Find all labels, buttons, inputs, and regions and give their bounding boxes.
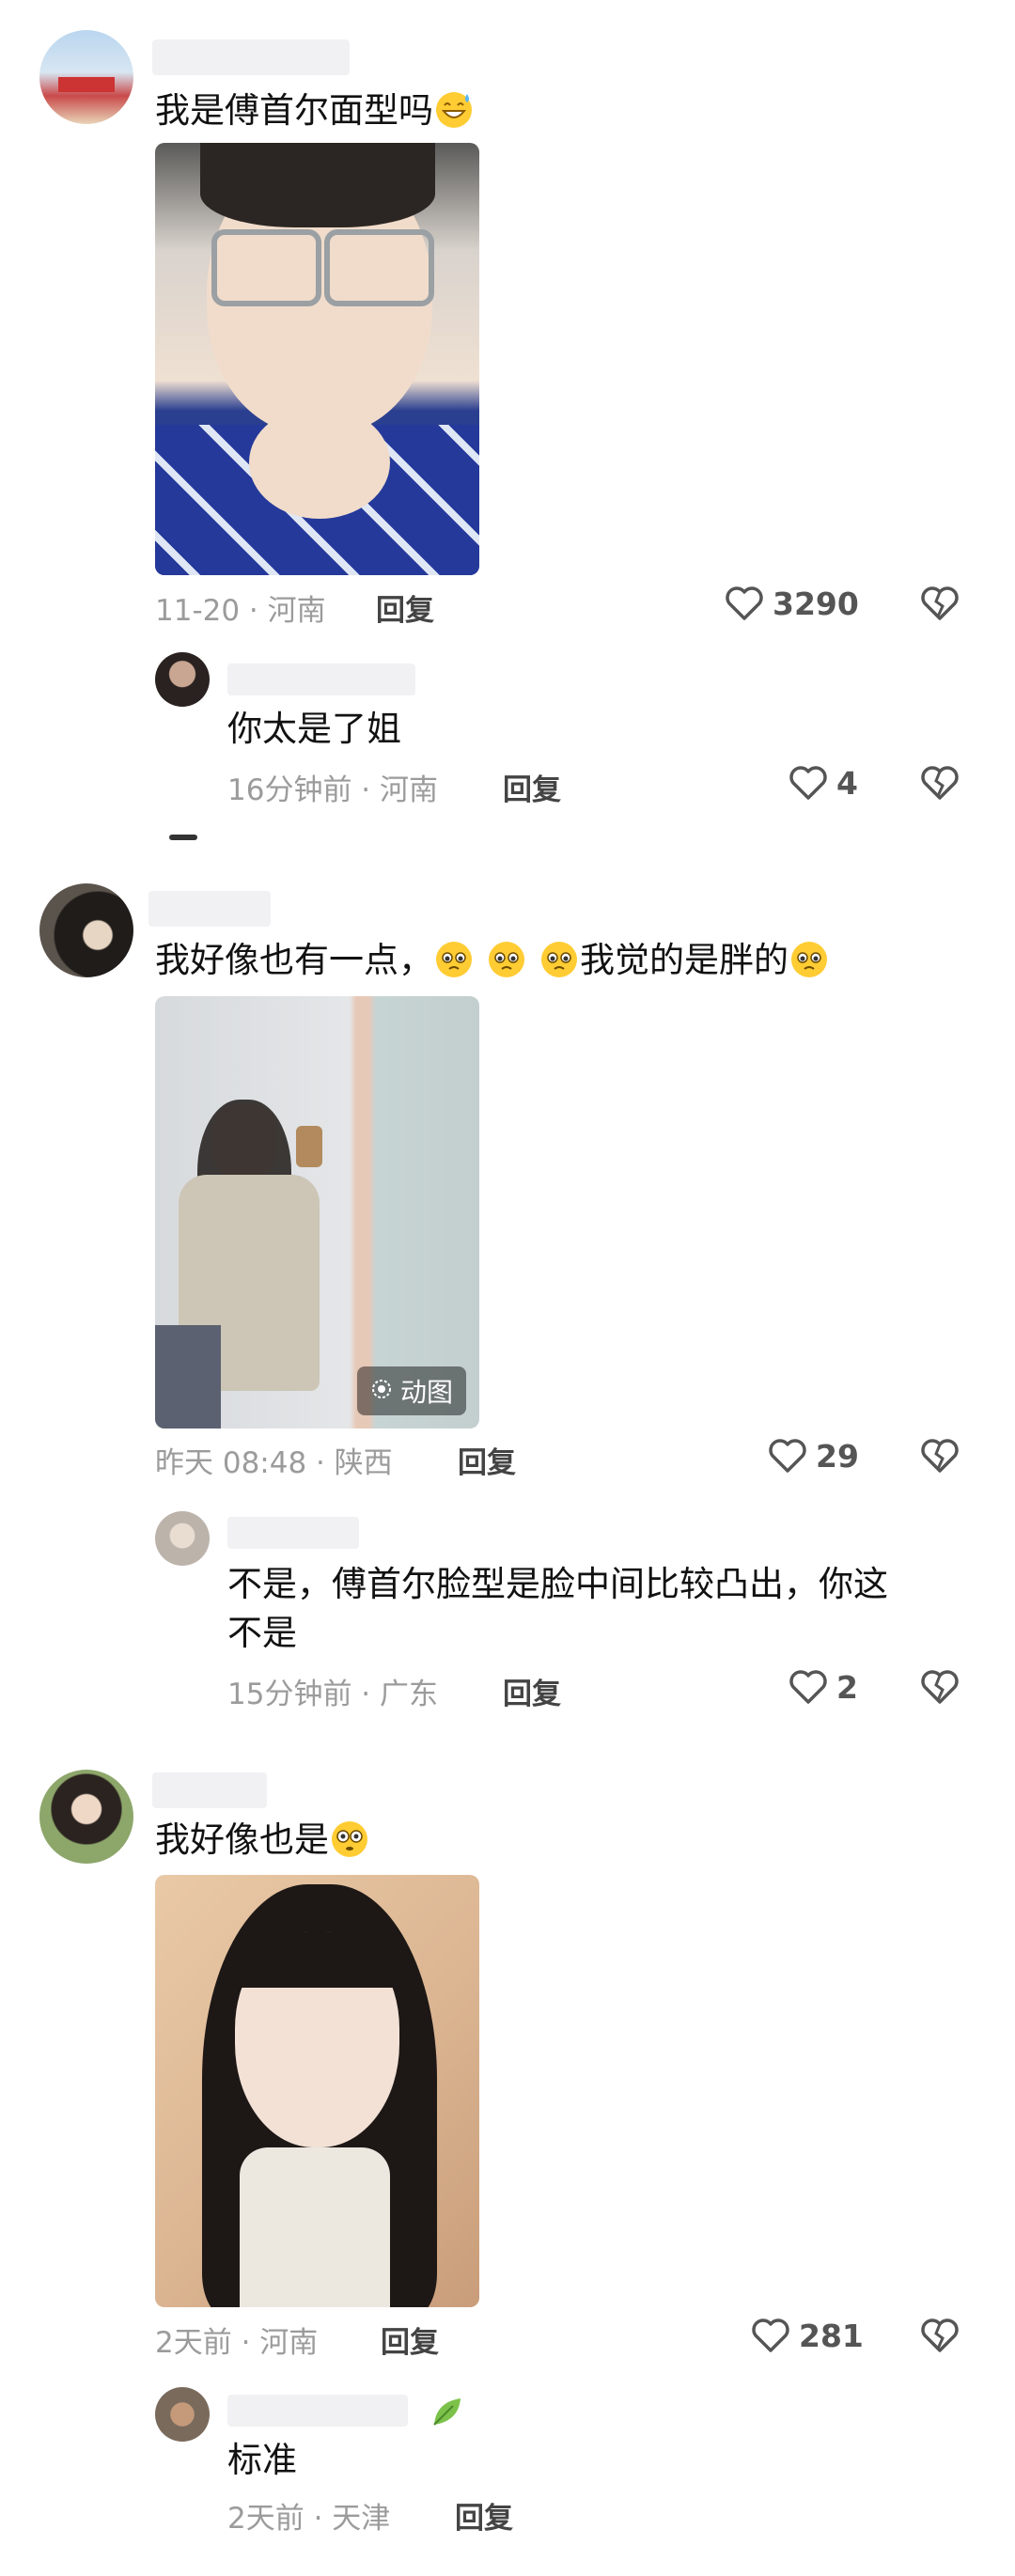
leaf-badge-icon: [429, 2393, 466, 2434]
dislike-heart-icon[interactable]: [919, 2315, 960, 2356]
reply-button[interactable]: 回复: [455, 2494, 513, 2537]
like-button[interactable]: 281: [750, 2315, 864, 2356]
like-button[interactable]: 2: [788, 1666, 858, 1708]
like-count: 2: [836, 1668, 858, 1706]
flushed-emoji: [332, 1821, 367, 1857]
heart-icon: [750, 2315, 791, 2356]
avatar[interactable]: [39, 1770, 133, 1864]
username-redacted: [227, 1517, 359, 1549]
comment-meta: 11-20 · 河南: [155, 594, 326, 628]
heart-icon: [788, 762, 829, 804]
pleading-emoji: [541, 942, 577, 977]
like-button[interactable]: 3290: [724, 583, 859, 624]
avatar[interactable]: [155, 652, 210, 707]
like-button[interactable]: 4: [788, 762, 858, 804]
username-redacted: [148, 891, 271, 927]
username-redacted: [152, 1772, 267, 1808]
pleading-emoji: [436, 942, 472, 977]
username-redacted: [152, 39, 350, 75]
reply-text-line-2: 不是: [227, 1613, 297, 1653]
comment-text: 我是傅首尔面型吗: [155, 88, 475, 133]
grinning-sweat-emoji: [436, 92, 472, 128]
comment-meta: 2天前 · 河南: [155, 2326, 319, 2360]
comment-meta: 昨天 08:48 · 陕西: [155, 1446, 393, 1480]
like-count: 281: [799, 2317, 864, 2354]
dislike-heart-icon[interactable]: [919, 1435, 960, 1476]
avatar[interactable]: [155, 1511, 210, 1566]
reply-text: 你太是了姐: [227, 709, 401, 749]
collapsed-replies-indicator: [169, 835, 197, 840]
reply-meta: 2天前 · 天津: [227, 2502, 391, 2536]
reply-button[interactable]: 回复: [503, 766, 561, 808]
dislike-heart-icon[interactable]: [919, 583, 960, 624]
avatar[interactable]: [155, 2387, 210, 2442]
comment-text: 我好像也是: [155, 1818, 370, 1863]
avatar[interactable]: [39, 883, 133, 977]
reply-meta: 15分钟前 · 广东: [227, 1678, 439, 1711]
comment-gif[interactable]: 动图: [155, 996, 479, 1429]
pleading-emoji: [791, 942, 827, 977]
reply-button[interactable]: 回复: [503, 1670, 561, 1712]
comment-photo[interactable]: [155, 1875, 479, 2307]
gif-badge: 动图: [356, 1366, 466, 1415]
like-count: 3290: [773, 585, 859, 622]
heart-icon: [724, 583, 765, 624]
reply-button[interactable]: 回复: [458, 1439, 516, 1481]
pleading-emoji: [489, 942, 524, 977]
gif-icon: [370, 1376, 393, 1407]
reply-text-line-1: 不是，傅首尔脸型是脸中间比较凸出，你这: [227, 1564, 888, 1604]
reply-button[interactable]: 回复: [376, 586, 434, 629]
like-count: 4: [836, 764, 858, 802]
username-redacted: [227, 2395, 408, 2427]
reply-meta: 16分钟前 · 河南: [227, 773, 439, 807]
like-button[interactable]: 29: [767, 1435, 859, 1476]
comment-photo[interactable]: [155, 143, 479, 575]
like-count: 29: [816, 1437, 859, 1475]
gif-label: 动图: [399, 1377, 453, 1408]
heart-icon: [767, 1435, 808, 1476]
reply-text: 标准: [227, 2440, 297, 2480]
username-redacted: [227, 664, 415, 695]
dislike-heart-icon[interactable]: [919, 762, 960, 804]
avatar[interactable]: [39, 30, 133, 124]
dislike-heart-icon[interactable]: [919, 1666, 960, 1708]
heart-icon: [788, 1666, 829, 1708]
reply-button[interactable]: 回复: [381, 2318, 439, 2361]
comment-text: 我好像也有一点， 我觉的是胖的: [155, 938, 830, 983]
